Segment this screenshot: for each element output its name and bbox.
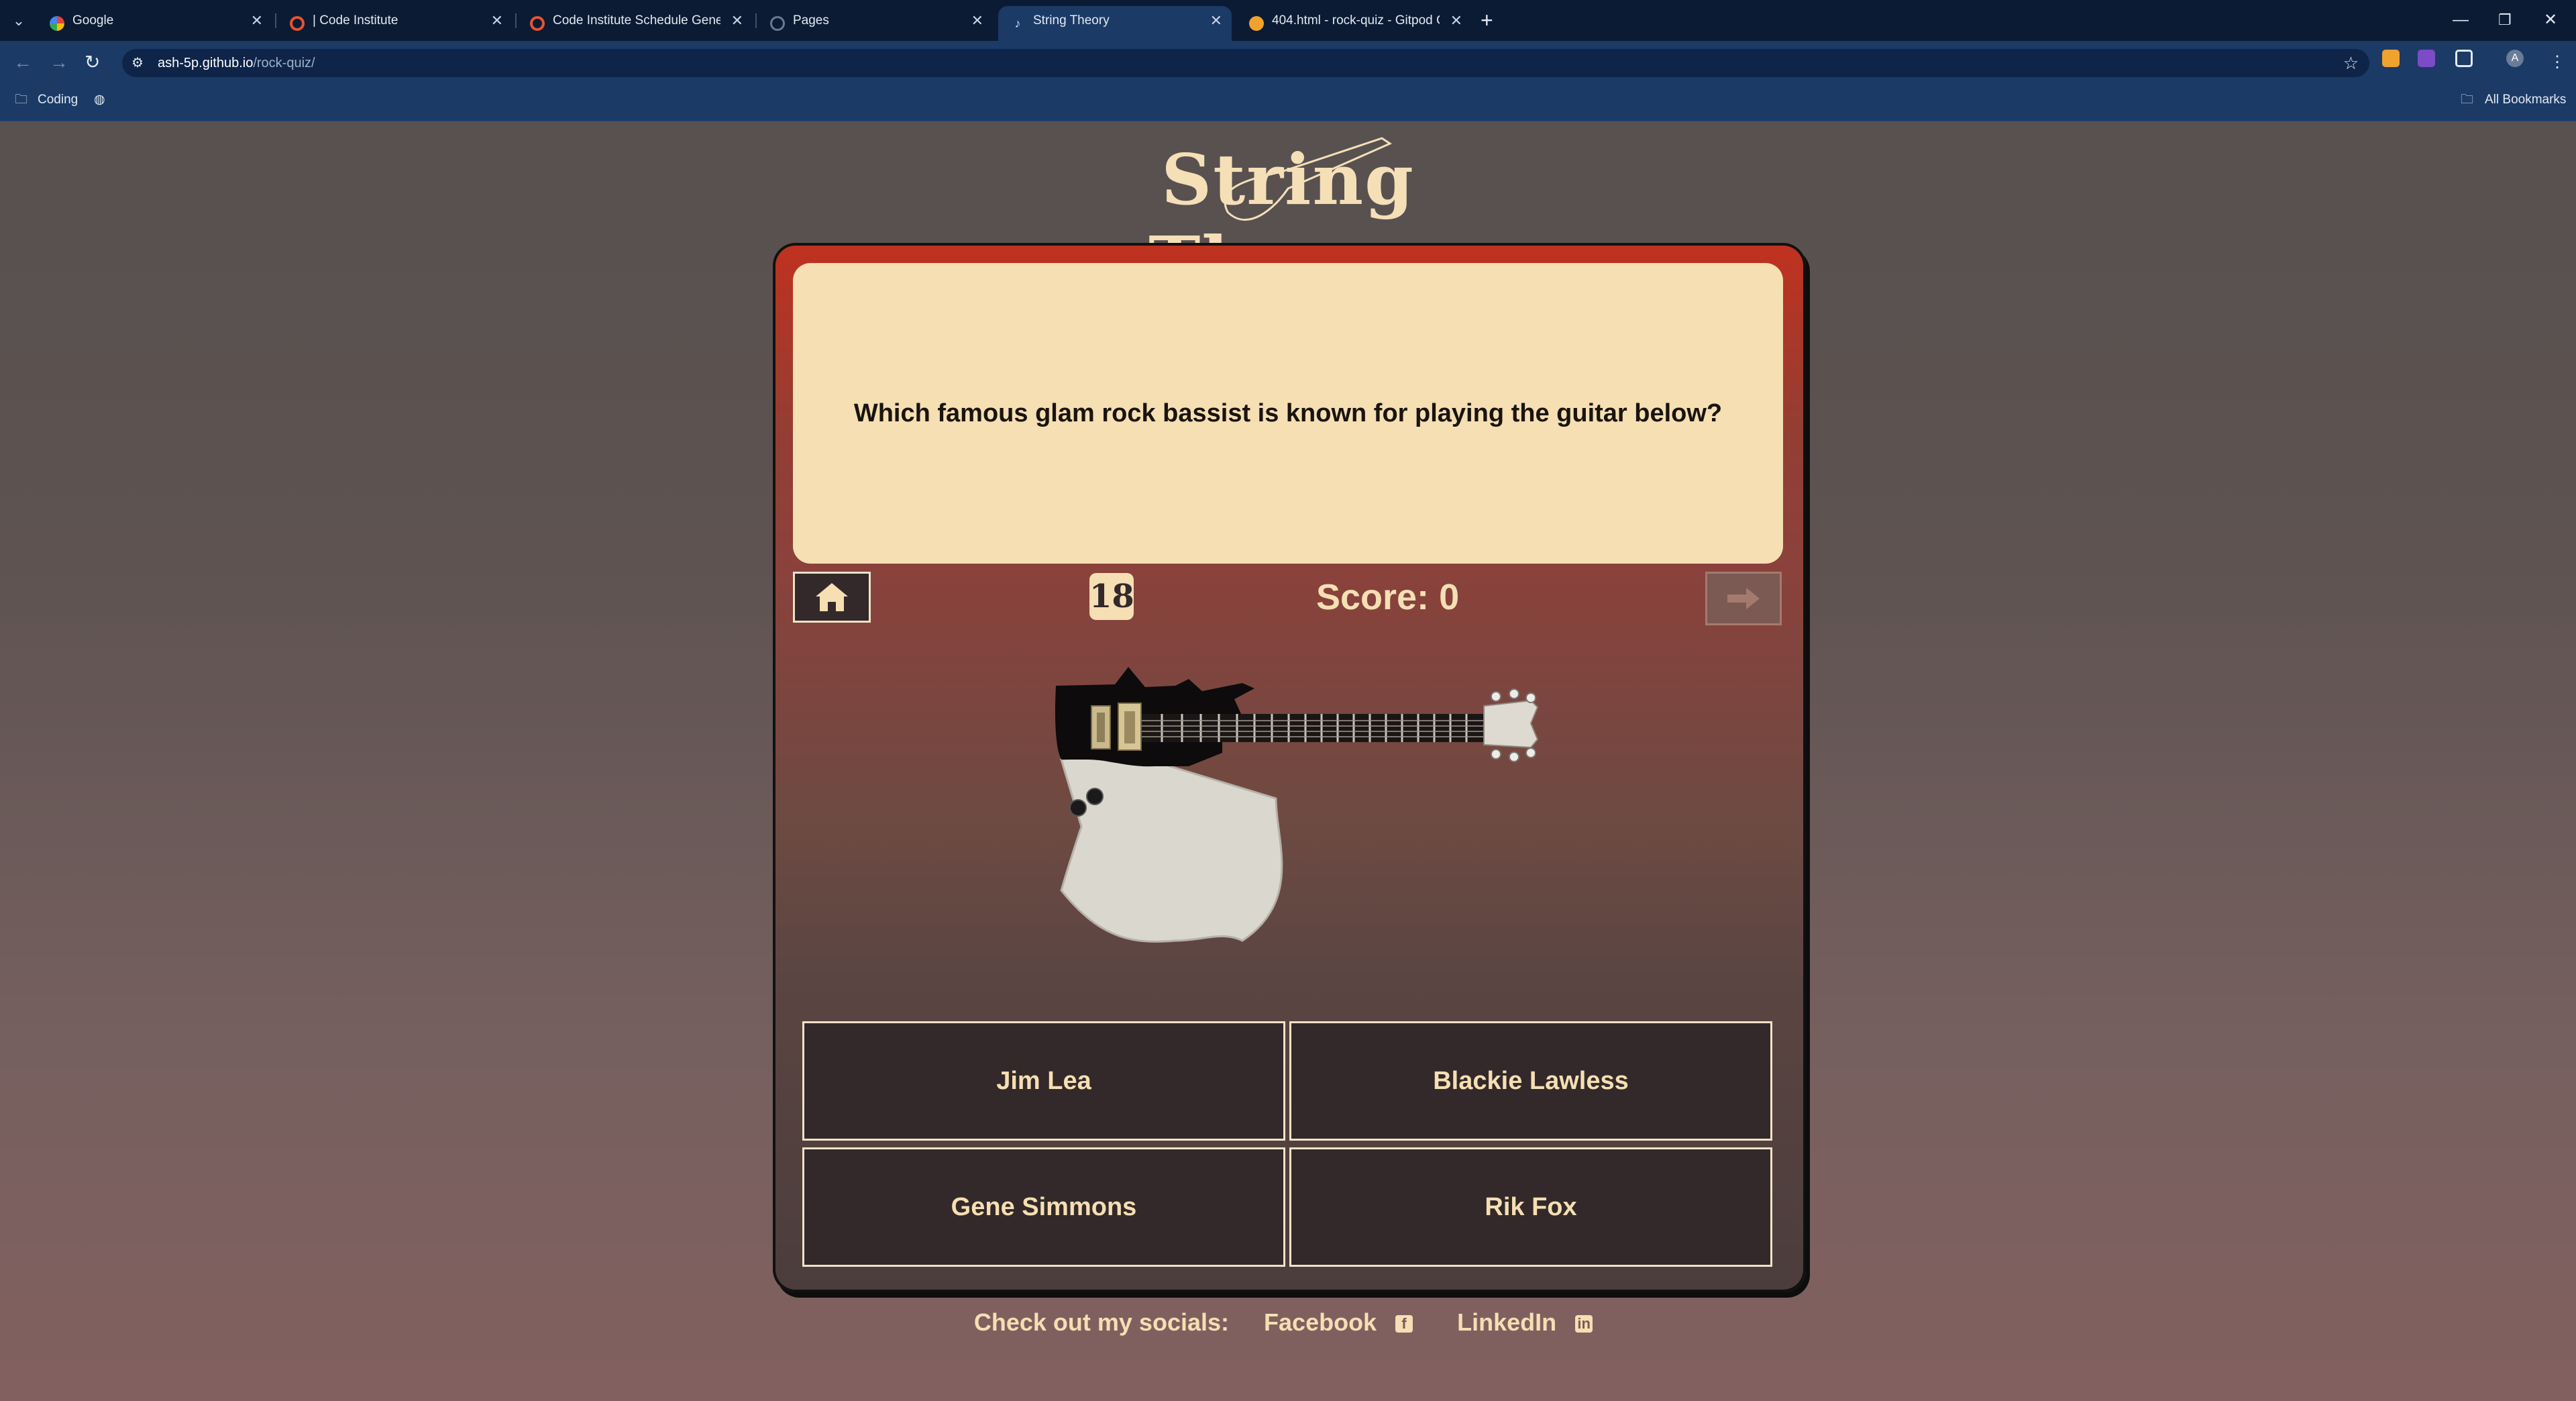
- menu-dots-icon[interactable]: ⋮: [2549, 51, 2565, 74]
- tab-string-theory[interactable]: ♪ String Theory ✕: [998, 6, 1232, 41]
- address-bar[interactable]: ⚙ ash-5p.github.io/rock-quiz/ ☆: [122, 49, 2369, 77]
- facebook-label: Facebook: [1264, 1308, 1377, 1336]
- bookmark-folder-coding[interactable]: Coding: [38, 85, 78, 115]
- close-tab-icon[interactable]: ✕: [731, 6, 743, 36]
- close-tab-icon[interactable]: ✕: [1450, 6, 1462, 36]
- tab-separator: [275, 13, 276, 28]
- answer-button[interactable]: Rik Fox: [1289, 1147, 1772, 1267]
- question-counter: 18: [1089, 573, 1134, 620]
- back-icon[interactable]: ←: [13, 51, 32, 74]
- string-theory-icon: ♪: [1014, 17, 1021, 30]
- tab-separator: [515, 13, 517, 28]
- close-tab-icon[interactable]: ✕: [251, 6, 263, 36]
- question-text: Which famous glam rock bassist is known …: [853, 399, 1723, 427]
- site-info-icon[interactable]: ⚙: [131, 55, 148, 71]
- linkedin-icon: in: [1575, 1315, 1593, 1333]
- new-tab-button[interactable]: +: [1481, 8, 1493, 32]
- answer-label: Rik Fox: [1485, 1192, 1577, 1221]
- tab-title: Code Institute Schedule Genera: [553, 13, 720, 28]
- tab-title: Google: [72, 13, 114, 28]
- tab-search-dropdown[interactable]: ⌄: [6, 10, 32, 32]
- extension-icon[interactable]: [2418, 50, 2435, 67]
- bookmark-star-icon[interactable]: ☆: [2343, 49, 2359, 77]
- restore-icon[interactable]: ❐: [2498, 7, 2512, 34]
- github-icon: [770, 16, 785, 31]
- globe-bookmark-icon[interactable]: ◍: [94, 85, 105, 115]
- linkedin-link[interactable]: LinkedIn in: [1448, 1308, 1602, 1336]
- folder-icon: 🗀: [15, 93, 28, 107]
- close-tab-icon[interactable]: ✕: [1210, 6, 1222, 36]
- tab-gitpod[interactable]: 404.html - rock-quiz - Gitpod C ✕: [1237, 6, 1472, 41]
- tab-title: | Code Institute: [313, 13, 398, 28]
- gitpod-icon: [1249, 16, 1264, 31]
- logo[interactable]: String Theory: [1114, 132, 1462, 303]
- bookmarks-bar: 🗀 Coding ◍ 🗀 All Bookmarks: [0, 85, 2576, 121]
- reload-icon[interactable]: ↻: [85, 51, 100, 74]
- answer-button[interactable]: Blackie Lawless: [1289, 1021, 1772, 1141]
- facebook-icon: f: [1395, 1315, 1413, 1333]
- code-institute-icon: [530, 16, 545, 31]
- close-tab-icon[interactable]: ✕: [971, 6, 983, 36]
- folder-icon: 🗀: [2461, 93, 2474, 107]
- arrow-right-icon: [1727, 588, 1760, 609]
- answer-button[interactable]: Jim Lea: [802, 1021, 1285, 1141]
- tab-title: Pages: [793, 13, 829, 28]
- score-display: Score: 0: [1316, 577, 1460, 617]
- profile-avatar[interactable]: A: [2506, 50, 2524, 67]
- question-box: Which famous glam rock bassist is known …: [793, 263, 1783, 564]
- code-institute-icon: [290, 16, 305, 31]
- extensions-puzzle-icon[interactable]: [2455, 50, 2473, 67]
- forward-icon[interactable]: →: [50, 51, 68, 74]
- footer: Check out my socials: Facebook f LinkedIn…: [0, 1308, 2576, 1337]
- tab-pages[interactable]: Pages ✕: [758, 6, 993, 41]
- answer-label: Jim Lea: [996, 1066, 1091, 1095]
- tab-code-institute[interactable]: | Code Institute ✕: [278, 6, 513, 41]
- browser-toolbar: ← → ↻ ⚙ ash-5p.github.io/rock-quiz/ ☆: [0, 41, 2576, 85]
- window-close-icon[interactable]: ✕: [2544, 7, 2557, 34]
- tab-separator: [755, 13, 757, 28]
- google-icon: [50, 16, 64, 31]
- answer-label: Gene Simmons: [951, 1192, 1137, 1221]
- linkedin-label: LinkedIn: [1457, 1308, 1557, 1336]
- tab-schedule-generator[interactable]: Code Institute Schedule Genera ✕: [518, 6, 753, 41]
- home-icon: [816, 583, 848, 611]
- answer-button[interactable]: Gene Simmons: [802, 1147, 1285, 1267]
- tab-bar: ⌄ Google ✕ | Code Institute ✕ Code Insti…: [0, 0, 2576, 41]
- gitpod-extension-icon[interactable]: [2382, 50, 2400, 67]
- next-button[interactable]: [1705, 572, 1782, 625]
- tab-title: 404.html - rock-quiz - Gitpod C: [1272, 13, 1440, 28]
- answer-label: Blackie Lawless: [1433, 1066, 1629, 1095]
- quiz-card: Which famous glam rock bassist is known …: [773, 243, 1806, 1292]
- home-button[interactable]: [793, 572, 871, 623]
- footer-text: Check out my socials:: [973, 1308, 1230, 1336]
- all-bookmarks[interactable]: All Bookmarks: [2485, 85, 2566, 115]
- minimize-icon[interactable]: —: [2453, 7, 2469, 34]
- facebook-link[interactable]: Facebook f: [1254, 1308, 1422, 1336]
- close-tab-icon[interactable]: ✕: [491, 6, 503, 36]
- tab-google[interactable]: Google ✕: [38, 6, 272, 41]
- url-text[interactable]: ash-5p.github.io/rock-quiz/: [158, 49, 315, 77]
- tab-title: String Theory: [1033, 13, 1110, 28]
